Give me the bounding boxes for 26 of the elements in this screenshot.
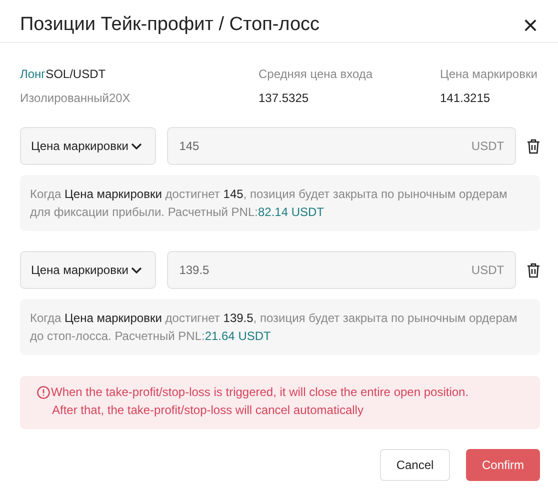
unit-label: USDT bbox=[471, 139, 504, 153]
trash-icon[interactable] bbox=[527, 262, 540, 278]
info-value: 137.5325 bbox=[258, 91, 310, 105]
info-label: Цена маркировки bbox=[440, 67, 538, 81]
order-note: Когда Цена маркировки достигнет 139.5, позиция будет закрыта по рыночным ордерам до стоп-лосса. Расчетный PNL:21.64 USDT bbox=[30, 310, 518, 345]
pair-label: SOL/USDT bbox=[46, 67, 106, 81]
trigger-dropdown[interactable]: Цена маркировки bbox=[20, 251, 156, 289]
price-input[interactable]: 139.5 USDT bbox=[167, 251, 516, 289]
cancel-button[interactable]: Cancel bbox=[380, 449, 450, 481]
order-note: Когда Цена маркировки достигнет 145, позиция будет закрыта по рыночным ордерам для фиксации прибыли. Расчетный PNL:82.14 USDT bbox=[30, 186, 508, 221]
margin-label: Изолированный20X bbox=[20, 91, 132, 105]
warning-text: After that, the take-profit/stop-loss will cancel automatically bbox=[52, 402, 364, 419]
warning-icon bbox=[37, 386, 50, 398]
price-input[interactable]: 145 USDT bbox=[167, 127, 516, 165]
close-button[interactable]: × bbox=[520, 12, 540, 38]
confirm-button[interactable]: Confirm bbox=[466, 449, 540, 481]
chevron-down-icon bbox=[131, 142, 142, 150]
warning-text: When the take-profit/stop-loss is triggered, it will close the entire open position. bbox=[51, 384, 469, 401]
trigger-dropdown[interactable]: Цена маркировки bbox=[20, 127, 156, 165]
chevron-down-icon bbox=[131, 266, 142, 274]
dialog-title: Позиции Тейк-профит / Стоп-лосс bbox=[20, 14, 320, 36]
trash-icon[interactable] bbox=[527, 138, 540, 154]
unit-label: USDT bbox=[471, 263, 504, 277]
info-value: 141.3215 bbox=[440, 91, 492, 105]
info-label: Средняя цена входа bbox=[258, 67, 374, 81]
side-label: Лонг bbox=[20, 67, 46, 81]
